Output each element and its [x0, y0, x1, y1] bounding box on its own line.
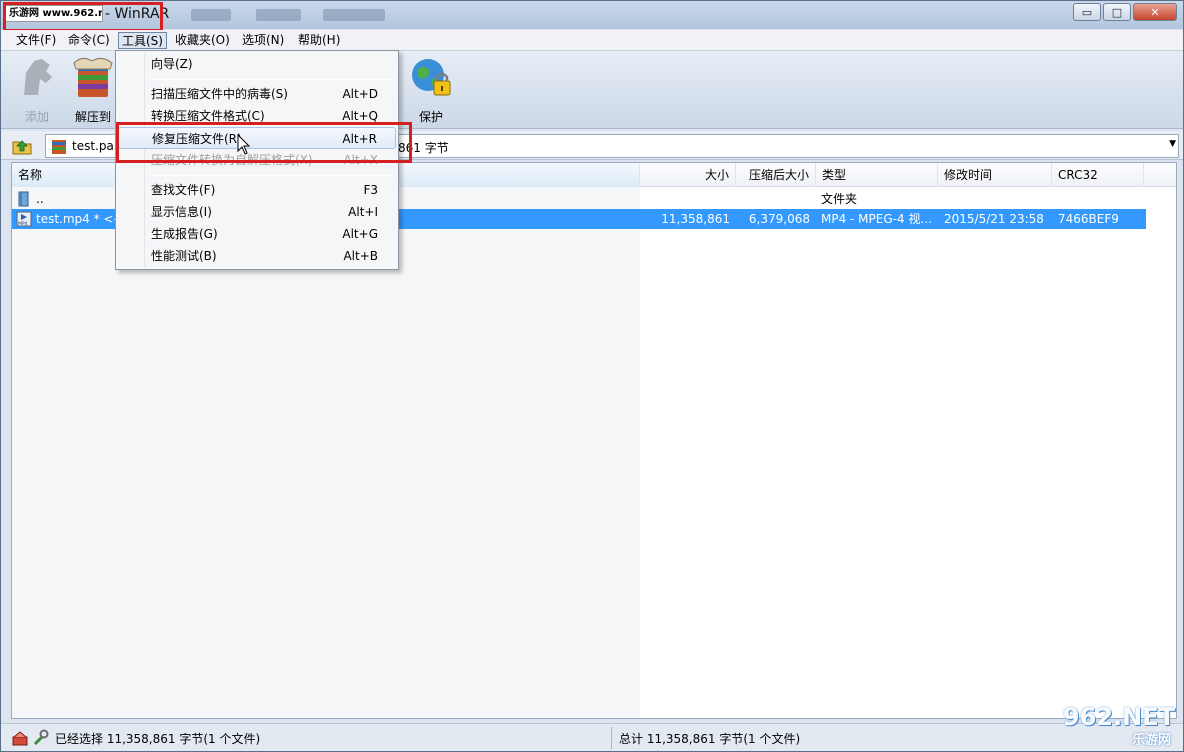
watermark-subtext: 乐游网: [1131, 733, 1171, 748]
add-label: 添加: [24, 110, 49, 124]
close-button[interactable]: ✕: [1133, 3, 1177, 21]
row-modified: 2015/5/21 23:58: [944, 212, 1044, 226]
menu-separator: [148, 175, 394, 176]
minimize-icon: ▭: [1081, 5, 1093, 19]
status-total: 总计 11,358,861 字节(1 个文件): [619, 732, 801, 746]
menu-file[interactable]: 文件(F): [13, 32, 59, 49]
mouse-cursor-icon: [237, 134, 251, 155]
column-packed[interactable]: 压缩后大小: [736, 163, 816, 187]
extract-to-button[interactable]: 解压到: [63, 55, 123, 125]
maximize-button[interactable]: □: [1103, 3, 1131, 21]
dropdown-arrow-icon[interactable]: ▼: [1169, 139, 1176, 149]
add-button[interactable]: 添加: [7, 55, 67, 125]
close-icon: ✕: [1150, 5, 1160, 19]
menu-item-wizard[interactable]: 向导(Z): [118, 53, 396, 75]
menu-options[interactable]: 选项(N): [239, 32, 287, 49]
title-ghost-text: [191, 9, 231, 21]
title-ghost-text: [323, 9, 385, 21]
address-path: test.par: [72, 139, 119, 153]
watermark-text: 962.NET: [1062, 703, 1175, 731]
column-size[interactable]: 大小: [640, 163, 736, 187]
svg-text:MP4: MP4: [18, 221, 28, 227]
title-ghost-text: [256, 9, 301, 21]
column-type[interactable]: 类型: [816, 163, 938, 187]
menu-item-label: 查找文件(F): [151, 183, 216, 197]
menu-commands[interactable]: 命令(C): [65, 32, 113, 49]
window-controls: ▭ □ ✕: [1073, 3, 1177, 21]
row-crc: 7466BEF9: [1058, 212, 1119, 226]
protect-button[interactable]: 保护: [401, 55, 461, 125]
winrar-window: 乐游网 www.962.net - WinRAR ▭ □ ✕ 文件(F) 命令(…: [0, 0, 1184, 752]
folder-icon: [18, 191, 29, 207]
mp4-file-icon: MP4: [16, 211, 32, 227]
menu-item-label: 向导(Z): [151, 57, 193, 71]
menu-item-shortcut: Alt+B: [343, 249, 378, 263]
menu-item-shortcut: F3: [363, 183, 378, 197]
status-selected: 已经选择 11,358,861 字节(1 个文件): [55, 732, 261, 746]
menu-item-label: 性能测试(B): [151, 249, 217, 263]
protect-icon: [412, 59, 451, 96]
up-folder-icon[interactable]: [11, 136, 33, 156]
extract-label: 解压到: [74, 110, 111, 124]
row-packed: 6,379,068: [748, 212, 810, 226]
wrench-icon: [33, 729, 49, 746]
menu-item-label: 扫描压缩文件中的病毒(S): [151, 87, 288, 101]
column-modified[interactable]: 修改时间: [938, 163, 1052, 187]
column-crc[interactable]: CRC32: [1052, 163, 1144, 187]
title-bar[interactable]: 乐游网 www.962.net - WinRAR ▭ □ ✕: [1, 1, 1183, 32]
menu-item-label: 显示信息(I): [151, 205, 212, 219]
menu-item-scan-virus[interactable]: 扫描压缩文件中的病毒(S) Alt+D: [118, 83, 396, 105]
row-type: 文件夹: [821, 192, 858, 206]
menu-item-info[interactable]: 显示信息(I) Alt+I: [118, 201, 396, 223]
maximize-icon: □: [1111, 5, 1123, 19]
watermark-logo: 962.NET 乐游网: [1043, 703, 1175, 748]
add-icon: [24, 59, 52, 95]
repair-highlight-box: [116, 122, 412, 163]
archive-status-icon: [12, 731, 28, 746]
status-bar: 已经选择 11,358,861 字节(1 个文件) 总计 11,358,861 …: [1, 723, 1183, 751]
menu-item-report[interactable]: 生成报告(G) Alt+G: [118, 223, 396, 245]
menu-tools[interactable]: 工具(S): [118, 32, 167, 49]
menu-item-shortcut: Alt+I: [348, 205, 378, 219]
extract-icon: [73, 57, 113, 97]
menu-item-benchmark[interactable]: 性能测试(B) Alt+B: [118, 245, 396, 267]
menu-bar: 文件(F) 命令(C) 工具(S) 收藏夹(O) 选项(N) 帮助(H): [1, 30, 1183, 51]
menu-item-shortcut: Alt+G: [342, 227, 378, 241]
minimize-button[interactable]: ▭: [1073, 3, 1101, 21]
menu-item-label: 生成报告(G): [151, 227, 218, 241]
status-divider: [611, 727, 612, 749]
menu-separator: [148, 79, 394, 80]
menu-item-find[interactable]: 查找文件(F) F3: [118, 179, 396, 201]
rar-archive-icon: [52, 140, 66, 154]
menu-help[interactable]: 帮助(H): [295, 32, 343, 49]
menu-item-shortcut: Alt+D: [342, 87, 378, 101]
row-type: MP4 - MPEG-4 视...: [821, 212, 932, 226]
menu-favorites[interactable]: 收藏夹(O): [172, 32, 233, 49]
row-size: 11,358,861: [661, 212, 730, 226]
title-highlight-box: [3, 2, 163, 32]
